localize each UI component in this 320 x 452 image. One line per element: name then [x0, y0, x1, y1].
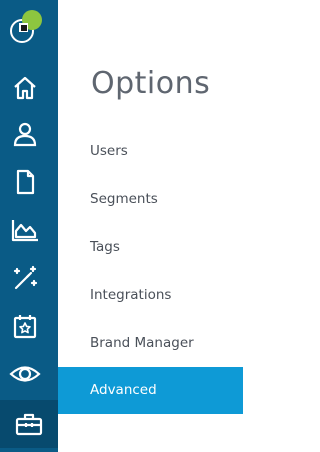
home-icon[interactable] [5, 68, 45, 108]
menu-item-users[interactable]: Users [58, 134, 243, 168]
menu-item-segments[interactable]: Segments [58, 182, 243, 216]
page-title: Options [91, 66, 211, 101]
sidebar-rail [0, 0, 58, 452]
user-icon[interactable] [5, 114, 45, 154]
options-panel: Options Users Segments Tags Integrations… [58, 0, 243, 452]
document-icon[interactable] [5, 162, 45, 202]
toolbox-icon[interactable] [0, 400, 58, 448]
magic-wand-icon[interactable] [5, 258, 45, 298]
menu-item-advanced[interactable]: Advanced [58, 367, 243, 414]
calendar-star-icon[interactable] [5, 306, 45, 346]
menu-item-integrations[interactable]: Integrations [58, 278, 243, 312]
eye-icon[interactable] [5, 354, 45, 394]
app-logo[interactable] [8, 6, 44, 46]
menu-item-brand-manager[interactable]: Brand Manager [58, 326, 243, 360]
area-chart-icon[interactable] [5, 210, 45, 250]
menu-item-tags[interactable]: Tags [58, 230, 243, 264]
